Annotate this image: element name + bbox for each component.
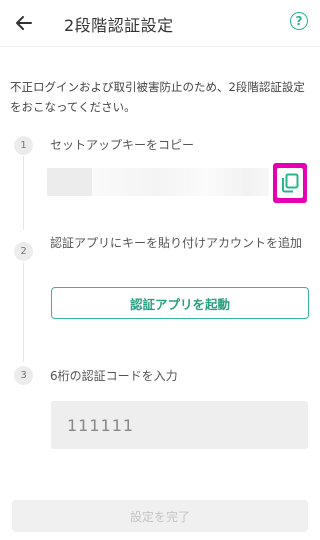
step-label-2: 認証アプリにキーを貼り付けアカウントを追加 <box>50 236 303 250</box>
step-label-1: セットアップキーをコピー <box>50 138 195 152</box>
header-bar: 2段階認証設定 ? <box>0 0 320 47</box>
complete-setup-button[interactable]: 設定を完了 <box>12 500 308 532</box>
description-text: 不正ログインおよび取引被害防止のため、2段階認証設定をおこなってください。 <box>10 80 305 114</box>
setup-key-value <box>47 168 269 196</box>
back-button[interactable] <box>10 9 38 37</box>
help-button[interactable]: ? <box>290 12 308 30</box>
step-label-3: 6桁の認証コードを入力 <box>50 369 178 383</box>
launch-auth-app-button[interactable]: 認証アプリを起動 <box>51 287 309 319</box>
step-number-2: 2 <box>14 242 33 261</box>
copy-key-button[interactable] <box>273 163 307 203</box>
arrow-left-icon <box>16 16 32 30</box>
step-connector-2 <box>23 262 24 362</box>
step-connector-1 <box>23 156 24 230</box>
step-number-1: 1 <box>14 136 33 155</box>
copy-icon <box>282 173 299 193</box>
auth-code-input[interactable] <box>51 401 308 449</box>
step-number-3: 3 <box>14 366 33 385</box>
help-icon: ? <box>295 14 303 28</box>
page-title: 2段階認証設定 <box>64 16 174 35</box>
